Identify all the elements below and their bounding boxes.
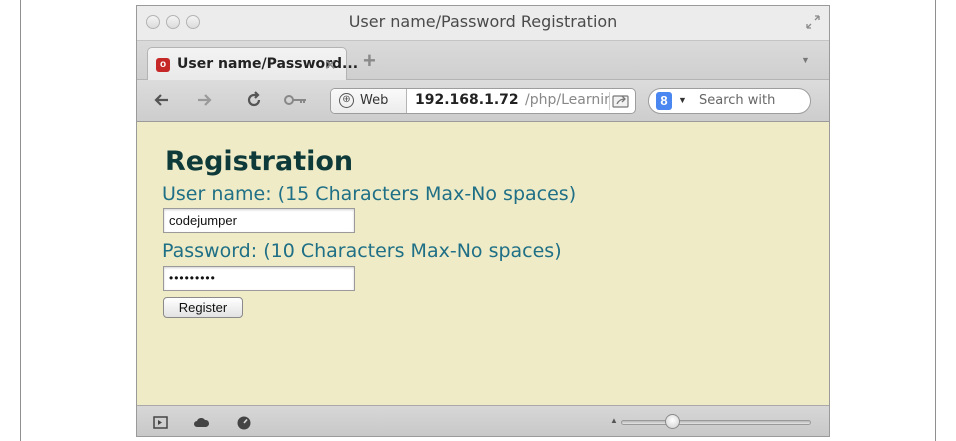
globe-icon: ⊕ — [339, 93, 354, 108]
zoom-slider-knob[interactable] — [665, 414, 680, 429]
forward-icon[interactable] — [193, 89, 215, 111]
url-path: /php/Learning — [525, 92, 622, 108]
address-bar[interactable]: ⊕ Web 192.168.1.72 /php/Learning — [330, 88, 636, 114]
search-dropdown-icon[interactable]: ▼ — [678, 95, 687, 105]
username-label: User name: (15 Characters Max-No spaces) — [162, 183, 577, 205]
cloud-icon[interactable] — [193, 415, 210, 430]
title-bar[interactable]: User name/Password Registration — [137, 6, 829, 40]
browser-window: User name/Password Registration o User n… — [136, 5, 830, 437]
register-button[interactable]: Register — [163, 297, 243, 318]
search-placeholder: Search with — [699, 93, 776, 108]
favicon-icon: o — [156, 58, 170, 72]
nav-toolbar: ⊕ Web 192.168.1.72 /php/Learning 8 ▼ Sea… — [137, 80, 829, 122]
key-icon[interactable] — [281, 89, 309, 111]
password-label: Password: (10 Characters Max-No spaces) — [162, 240, 562, 262]
tab-list-icon[interactable]: ▼ — [801, 55, 810, 65]
tab-close-icon[interactable]: ✕ — [324, 56, 337, 74]
username-input[interactable]: codejumper — [163, 208, 355, 233]
google-icon: 8 — [656, 92, 672, 110]
window-title: User name/Password Registration — [348, 12, 618, 31]
status-bar: ▲ — [137, 405, 829, 436]
tab-bar: o User name/Password... ✕ + ▼ — [137, 40, 829, 81]
web-scheme-label: Web — [360, 93, 389, 108]
password-input[interactable]: ••••••••• — [163, 266, 355, 291]
tab-active[interactable]: o User name/Password... ✕ — [147, 47, 358, 81]
url-host: 192.168.1.72 — [415, 92, 519, 108]
fullscreen-icon[interactable] — [805, 14, 821, 30]
page-content: Registration User name: (15 Characters M… — [137, 122, 829, 405]
zoom-slider-track[interactable] — [621, 420, 811, 425]
reload-icon[interactable] — [243, 89, 265, 111]
web-scheme-chip[interactable]: ⊕ Web — [331, 89, 407, 113]
back-icon[interactable] — [151, 89, 173, 111]
speedometer-icon[interactable] — [236, 415, 251, 430]
zoom-small-icon: ▲ — [610, 416, 618, 425]
new-tab-icon[interactable]: + — [363, 48, 376, 74]
page-title: Registration — [165, 146, 354, 177]
share-icon[interactable] — [609, 92, 631, 110]
search-field[interactable]: 8 ▼ Search with — [648, 88, 811, 114]
frame-right-line — [935, 0, 936, 441]
frame-left-line — [20, 0, 21, 441]
sidebar-toggle-icon[interactable] — [153, 415, 168, 430]
